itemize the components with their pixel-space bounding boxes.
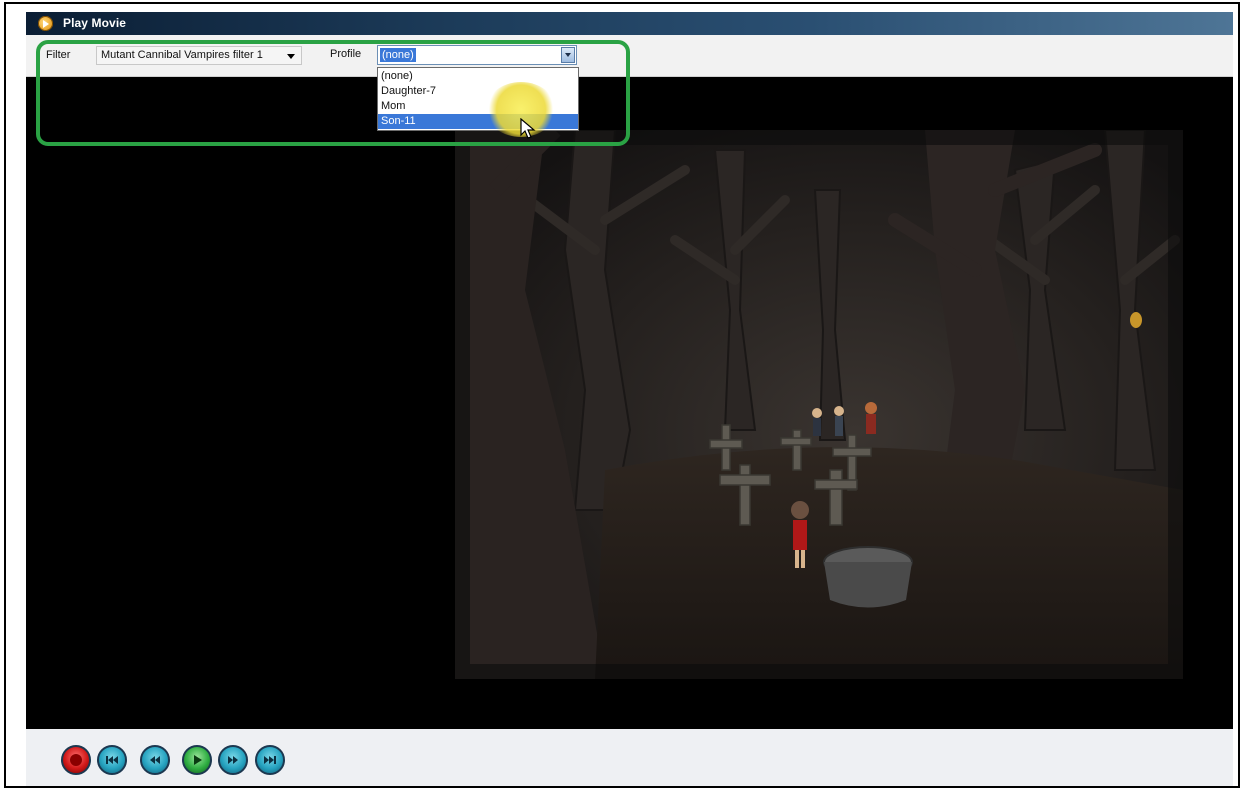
skip-back-icon: [106, 756, 118, 764]
fast-forward-button[interactable]: [218, 745, 248, 775]
skip-forward-icon: [264, 756, 276, 764]
title-bar: Play Movie: [26, 12, 1233, 35]
play-button[interactable]: [182, 745, 212, 775]
mouse-pointer-icon: [520, 118, 536, 139]
rewind-button[interactable]: [140, 745, 170, 775]
play-icon: [194, 755, 202, 765]
skip-back-button[interactable]: [97, 745, 127, 775]
playback-controls: [26, 729, 1233, 786]
movie-frame: [455, 130, 1183, 679]
play-movie-app-icon: [38, 16, 53, 31]
stop-icon: [70, 754, 82, 766]
skip-forward-button[interactable]: [255, 745, 285, 775]
stop-button[interactable]: [61, 745, 91, 775]
video-area[interactable]: [26, 77, 1233, 729]
rewind-icon: [150, 756, 160, 764]
fast-forward-icon: [228, 756, 238, 764]
window-title: Play Movie: [63, 16, 127, 30]
